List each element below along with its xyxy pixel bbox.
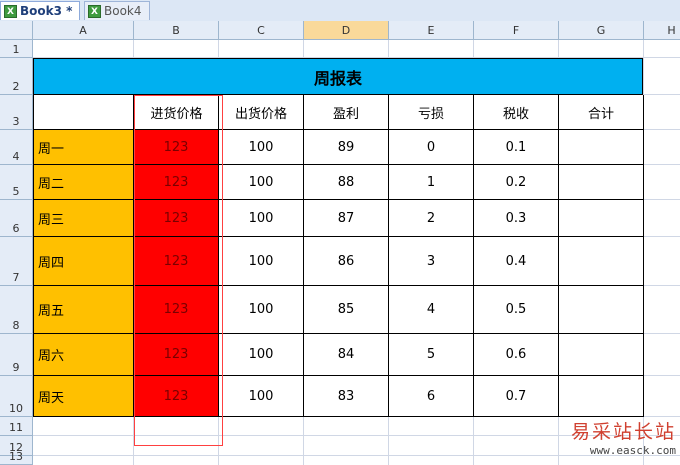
watermark: 易采站长站 www.easck.com [571,417,676,457]
loss-cell[interactable]: 5 [389,334,474,376]
excel-workbook-icon: X [4,4,17,18]
column-header-f[interactable]: F [474,21,559,40]
tax-cell[interactable]: 0.7 [474,376,559,417]
tab-book4-label: Book4 [104,4,142,18]
purchase-cell[interactable]: 123 [134,130,219,165]
tax-cell[interactable]: 0.4 [474,237,559,286]
sale-cell[interactable]: 100 [219,286,304,334]
loss-cell[interactable]: 3 [389,237,474,286]
select-all-corner[interactable] [0,21,33,40]
loss-cell[interactable]: 0 [389,130,474,165]
header-cell[interactable]: 合计 [559,95,644,130]
column-header-h[interactable]: H [644,21,680,40]
total-cell[interactable] [559,334,644,376]
total-cell[interactable] [559,130,644,165]
profit-cell[interactable]: 85 [304,286,389,334]
tab-book3[interactable]: X Book3 * [0,1,80,20]
profit-cell[interactable]: 88 [304,165,389,200]
total-cell[interactable] [559,286,644,334]
cell-a3[interactable] [33,95,134,130]
profit-cell[interactable]: 83 [304,376,389,417]
total-cell[interactable] [559,165,644,200]
header-cell[interactable]: 出货价格 [219,95,304,130]
day-label-cell[interactable]: 周五 [33,286,134,334]
sale-cell[interactable]: 100 [219,376,304,417]
header-cell[interactable]: 盈利 [304,95,389,130]
column-header-a[interactable]: A [33,21,134,40]
loss-cell[interactable]: 6 [389,376,474,417]
worksheet-grid[interactable]: ABCDEFGH 1 2 3 4 5 6 7 8 9 10 11 12 13 周报表 进货价格 出货价格 盈利… [0,21,680,465]
day-label-cell[interactable]: 周天 [33,376,134,417]
watermark-text: 易采站长站 [570,421,676,443]
workbook-tab-bar: X Book3 * X Book4 [0,0,680,22]
day-label-cell[interactable]: 周六 [33,334,134,376]
loss-cell[interactable]: 1 [389,165,474,200]
tab-book3-label: Book3 * [20,4,73,18]
tax-cell[interactable]: 0.3 [474,200,559,237]
sale-cell[interactable]: 100 [219,165,304,200]
purchase-cell[interactable]: 123 [134,165,219,200]
purchase-cell[interactable]: 123 [134,334,219,376]
tax-cell[interactable]: 0.1 [474,130,559,165]
profit-cell[interactable]: 84 [304,334,389,376]
column-header-e[interactable]: E [389,21,474,40]
header-cell[interactable]: 税收 [474,95,559,130]
profit-cell[interactable]: 86 [304,237,389,286]
total-cell[interactable] [559,376,644,417]
purchase-cell[interactable]: 123 [134,200,219,237]
column-header-b[interactable]: B [134,21,219,40]
day-label-cell[interactable]: 周三 [33,200,134,237]
watermark-url: www.easck.com [589,444,676,457]
tax-cell[interactable]: 0.5 [474,286,559,334]
tab-book4[interactable]: X Book4 [84,1,150,20]
purchase-cell[interactable]: 123 [134,286,219,334]
header-cell[interactable]: 进货价格 [134,95,219,130]
report-title[interactable]: 周报表 [33,58,643,95]
sale-cell[interactable]: 100 [219,334,304,376]
tax-cell[interactable]: 0.2 [474,165,559,200]
excel-workbook-icon: X [88,4,101,18]
column-header-g[interactable]: G [559,21,644,40]
day-label-cell[interactable]: 周一 [33,130,134,165]
header-cell[interactable]: 亏损 [389,95,474,130]
loss-cell[interactable]: 2 [389,200,474,237]
column-header-c[interactable]: C [219,21,304,40]
profit-cell[interactable]: 89 [304,130,389,165]
day-label-cell[interactable]: 周四 [33,237,134,286]
purchase-cell[interactable]: 123 [134,237,219,286]
loss-cell[interactable]: 4 [389,286,474,334]
profit-cell[interactable]: 87 [304,200,389,237]
sale-cell[interactable]: 100 [219,200,304,237]
column-header-d[interactable]: D [304,21,389,40]
total-cell[interactable] [559,237,644,286]
day-label-cell[interactable]: 周二 [33,165,134,200]
purchase-cell[interactable]: 123 [134,376,219,417]
sale-cell[interactable]: 100 [219,237,304,286]
total-cell[interactable] [559,200,644,237]
tax-cell[interactable]: 0.6 [474,334,559,376]
sale-cell[interactable]: 100 [219,130,304,165]
